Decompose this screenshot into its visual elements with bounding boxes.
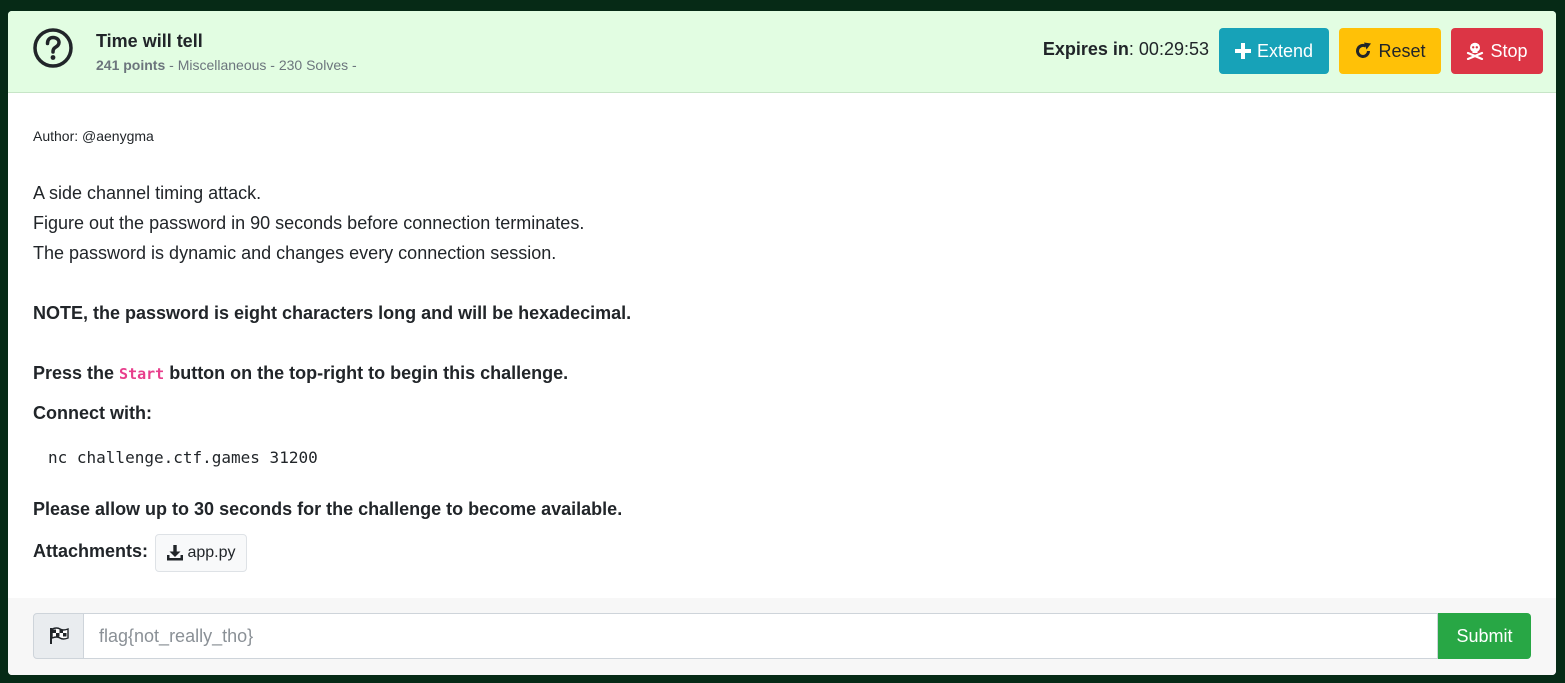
stop-button[interactable]: Stop bbox=[1451, 28, 1543, 74]
attachment-name: app.py bbox=[187, 544, 236, 561]
extend-button[interactable]: Extend bbox=[1219, 28, 1329, 74]
reset-button[interactable]: Reset bbox=[1339, 28, 1441, 74]
download-icon bbox=[167, 545, 184, 561]
start-instruction-suffix: button on the top-right to begin this ch… bbox=[164, 363, 569, 383]
challenge-meta: - Miscellaneous - 230 Solves - bbox=[165, 57, 357, 73]
extend-label: Extend bbox=[1256, 40, 1314, 61]
redo-icon bbox=[1356, 42, 1372, 58]
availability-note: Please allow up to 30 seconds for the ch… bbox=[33, 499, 623, 519]
connect-label: Connect with: bbox=[33, 403, 152, 423]
description-line: A side channel timing attack. bbox=[33, 183, 262, 203]
description-line: Figure out the password in 90 seconds be… bbox=[33, 213, 585, 233]
flag-submit-bar: Submit bbox=[8, 598, 1556, 675]
question-circle-icon bbox=[33, 28, 73, 68]
expires-value: : 00:29:53 bbox=[1128, 39, 1209, 59]
reset-label: Reset bbox=[1378, 40, 1426, 61]
attachments-label: Attachments: bbox=[33, 541, 149, 561]
submit-button[interactable]: Submit bbox=[1438, 613, 1531, 659]
challenge-subtitle: 241 points - Miscellaneous - 230 Solves … bbox=[96, 57, 357, 73]
flag-input[interactable] bbox=[84, 613, 1438, 659]
stop-label: Stop bbox=[1490, 40, 1528, 61]
points-label: 241 points bbox=[96, 57, 166, 73]
connect-command: nc challenge.ctf.games 31200 bbox=[48, 448, 318, 467]
attachment-app-py[interactable]: app.py bbox=[155, 534, 247, 572]
plus-icon bbox=[1234, 43, 1251, 59]
start-instruction-prefix: Press the bbox=[33, 363, 120, 383]
flag-addon bbox=[33, 613, 84, 659]
challenge-card: Time will tell 241 points - Miscellaneou… bbox=[8, 11, 1556, 675]
checkered-flag-icon bbox=[49, 627, 69, 644]
author-line: Author: @aenygma bbox=[33, 128, 154, 144]
expires-label: Expires in bbox=[1042, 39, 1129, 59]
expires-timer: Expires in: 00:29:53 bbox=[1043, 39, 1209, 60]
start-instruction: Press the Start button on the top-right … bbox=[33, 363, 568, 384]
description-line: The password is dynamic and changes ever… bbox=[33, 243, 557, 263]
challenge-title: Time will tell bbox=[96, 31, 203, 51]
challenge-header: Time will tell 241 points - Miscellaneou… bbox=[8, 11, 1556, 93]
skull-crossbones-icon bbox=[1467, 42, 1484, 60]
password-note: NOTE, the password is eight characters l… bbox=[33, 303, 632, 323]
start-code: Start bbox=[119, 365, 165, 383]
